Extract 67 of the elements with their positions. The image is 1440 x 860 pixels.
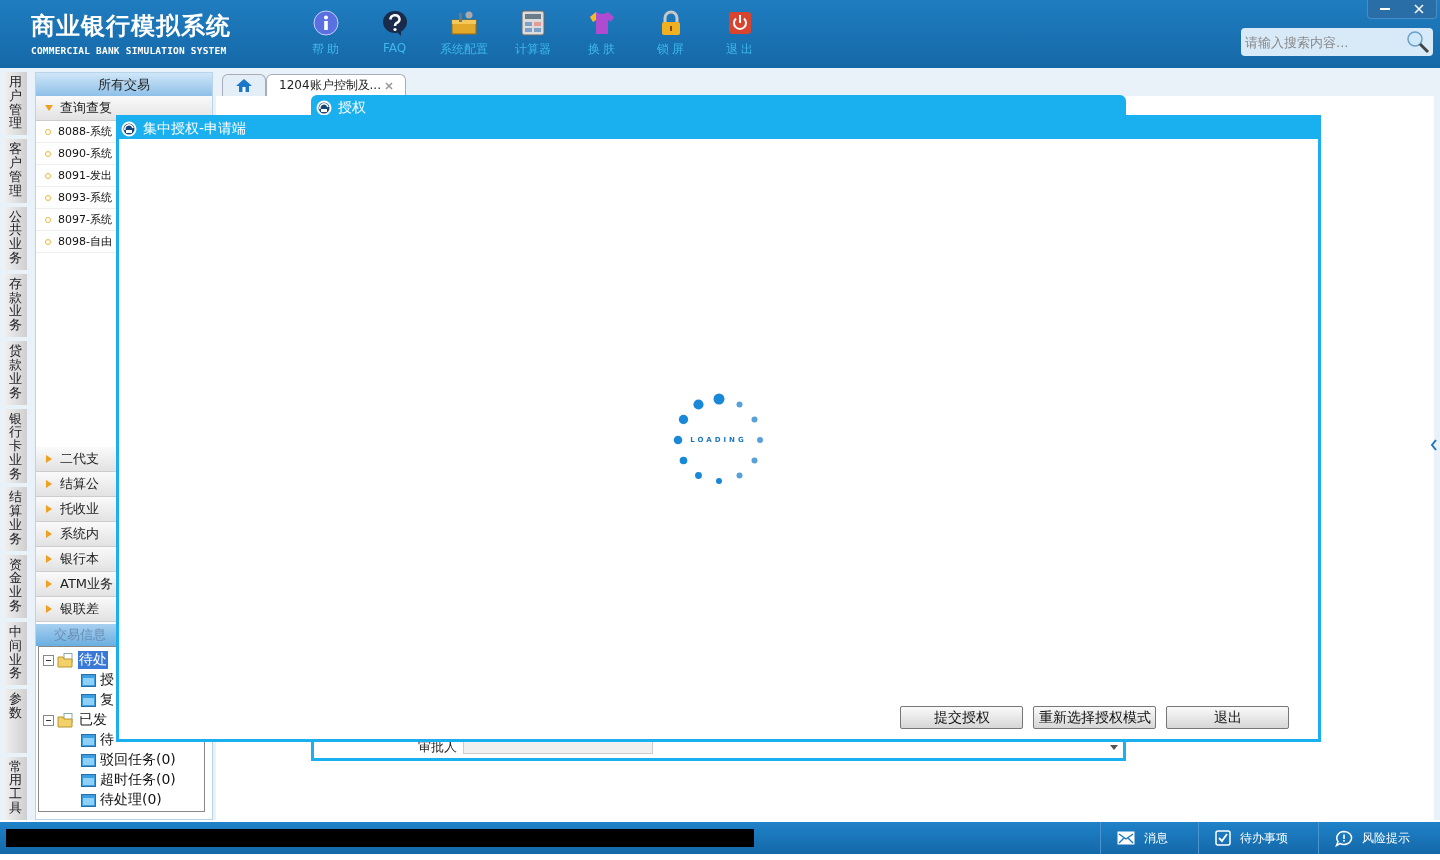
folder-icon [57,712,75,728]
tree-item[interactable]: 待处理(0) [99,791,163,809]
dialog-title: 集中授权-申请端 [119,118,1318,139]
side-tab[interactable]: 用户管理 [3,72,27,136]
side-tab[interactable]: 参数 [3,689,27,753]
side-tab[interactable]: 中间业务 [3,622,27,686]
lock-icon [659,10,682,36]
status-button[interactable]: 待办事项 [1198,822,1318,854]
caret-right-icon [45,480,53,488]
page-tab[interactable]: 1204账户控制及... [266,74,406,96]
folder-icon [81,773,96,787]
folder-icon [81,673,96,687]
side-tab[interactable]: 资金业务 [3,554,27,619]
side-tab[interactable]: 结算业务 [3,487,27,551]
collapse-toggle[interactable] [43,654,54,666]
power-icon [727,10,752,36]
side-tab[interactable]: 存款业务 [3,274,27,338]
app-subtitle: COMMERCIAL BANK SIMULATION SYSTEM [31,45,228,56]
side-tab[interactable]: 公共业务 [3,206,27,270]
dialog-button[interactable]: 提交授权 [900,706,1023,729]
search-field[interactable]: 请输入搜索内容... [1241,28,1433,56]
info-icon [312,10,339,36]
tree-item[interactable]: 驳回任务(0) [99,751,177,769]
speech-bubble-icon [1335,829,1353,847]
app-title: 商业银行模拟系统 [31,11,232,42]
tree-item[interactable]: 已发 [78,711,108,729]
envelope-icon [1117,831,1135,845]
folder-icon [57,652,75,668]
tree-item[interactable]: 复 [99,691,115,709]
collapse-toggle[interactable] [43,714,54,726]
panel-header: 所有交易 [36,73,212,96]
toolbox-icon [449,10,478,36]
dialog-button[interactable]: 退出 [1166,706,1289,729]
caret-right-icon [45,530,53,538]
search-icon[interactable] [1406,30,1430,54]
caret-down-icon [45,104,53,112]
side-tab[interactable]: 银行卡业务 [3,408,27,484]
side-tab[interactable]: 常用工具 [3,756,27,821]
tree-item[interactable]: 超时任务(0) [99,771,177,789]
side-tab[interactable]: 贷款业务 [3,341,27,405]
folder-icon [81,733,96,747]
tree-item[interactable]: 授 [99,671,115,689]
dialog-button[interactable]: 重新选择授权模式 [1033,706,1156,729]
checkbox-icon [1215,830,1231,846]
dialog-icon [121,120,137,137]
status-button[interactable]: 风险提示 [1318,822,1440,854]
folder-icon [81,793,96,807]
close-icon[interactable] [385,81,393,90]
close-icon [1414,4,1424,14]
tree-item[interactable]: 待处 [78,651,108,669]
help-icon [380,10,409,36]
caret-right-icon [45,605,53,613]
calculator-icon [520,10,545,36]
home-tab[interactable] [222,74,266,96]
side-tab[interactable]: 客户管理 [3,139,27,203]
caret-right-icon [45,455,53,463]
chevron-left-icon[interactable] [1430,438,1438,452]
minimize-icon [1380,8,1390,10]
tree-item[interactable]: 待 [99,731,115,749]
home-icon [235,78,253,93]
tshirt-icon [587,10,616,36]
status-button[interactable]: 消息 [1100,822,1198,854]
folder-icon [81,693,96,707]
folder-icon [81,753,96,767]
caret-right-icon [45,555,53,563]
caret-right-icon [45,580,53,588]
caret-right-icon [45,505,53,513]
